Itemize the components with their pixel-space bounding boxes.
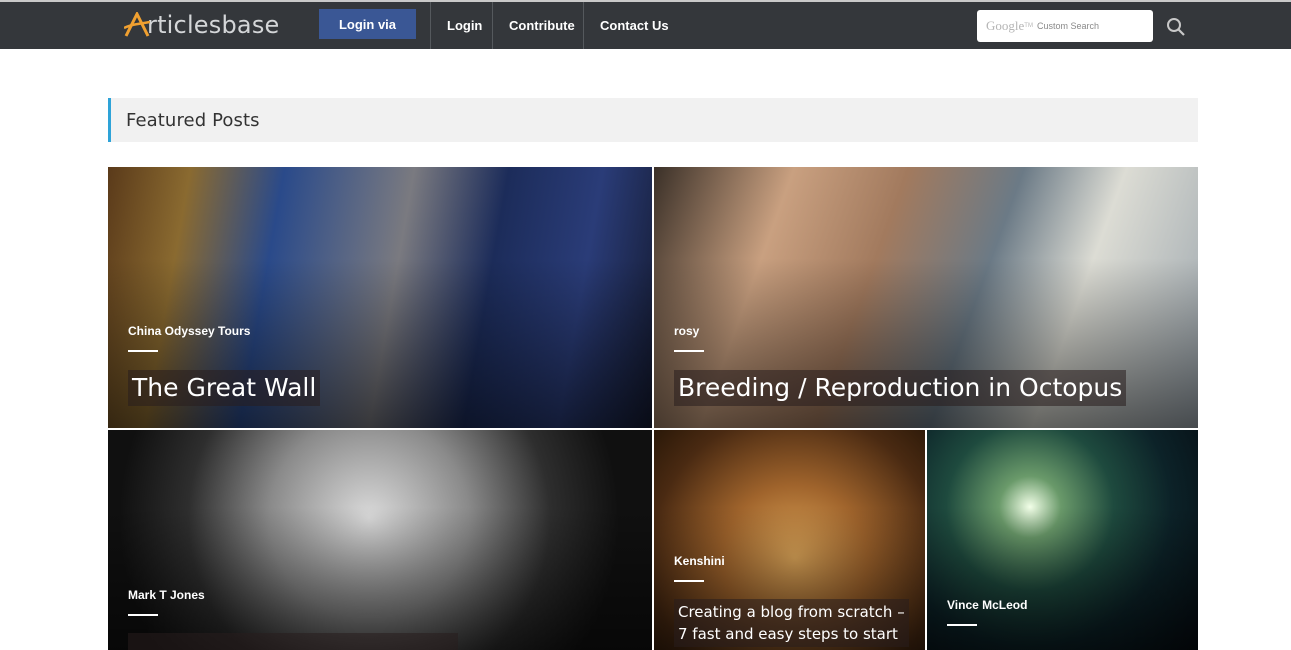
- post-title[interactable]: Breeding / Reproduction in Octopus: [674, 370, 1127, 406]
- post-title[interactable]: [128, 633, 458, 650]
- post-title-line: 7 fast and easy steps to start: [678, 625, 898, 643]
- nav-contribute-link[interactable]: Contribute: [509, 2, 575, 49]
- post-title[interactable]: The Great Wall: [128, 370, 321, 406]
- logo-text: rticlesbase: [147, 11, 280, 39]
- nav-divider: [583, 2, 584, 49]
- featured-post-card[interactable]: Vince McLeod: [927, 430, 1198, 650]
- nav-divider: [430, 2, 431, 49]
- search-placeholder: Custom Search: [1036, 21, 1099, 31]
- featured-posts-title: Featured Posts: [126, 109, 260, 131]
- top-nav-bar: rticlesbase Login via Login Contribute C…: [0, 0, 1291, 49]
- post-author[interactable]: Kenshini: [674, 554, 725, 568]
- featured-post-card[interactable]: Mark T Jones: [108, 430, 652, 650]
- post-author[interactable]: Vince McLeod: [947, 598, 1027, 612]
- nav-contact-link[interactable]: Contact Us: [600, 2, 669, 49]
- google-tm: TM: [1024, 23, 1033, 29]
- logo-a-icon: [124, 12, 150, 38]
- search-input[interactable]: Google TM Custom Search: [977, 10, 1153, 42]
- author-underline: [947, 624, 977, 626]
- featured-posts-header: Featured Posts: [108, 98, 1198, 142]
- login-via-button[interactable]: Login via: [319, 9, 416, 39]
- site-logo[interactable]: rticlesbase: [124, 10, 280, 40]
- post-title-line: Creating a blog from scratch –: [678, 603, 905, 621]
- nav-divider: [492, 2, 493, 49]
- google-logo: Google: [986, 18, 1025, 33]
- featured-post-card[interactable]: China Odyssey Tours The Great Wall: [108, 167, 652, 428]
- post-author[interactable]: rosy: [674, 324, 699, 338]
- search-icon[interactable]: [1166, 17, 1186, 37]
- nav-login-link[interactable]: Login: [447, 2, 482, 49]
- post-author[interactable]: Mark T Jones: [128, 588, 205, 602]
- author-underline: [674, 350, 704, 352]
- featured-post-card[interactable]: Kenshini Creating a blog from scratch – …: [654, 430, 925, 650]
- author-underline: [128, 614, 158, 616]
- author-underline: [128, 350, 158, 352]
- post-author[interactable]: China Odyssey Tours: [128, 324, 250, 338]
- featured-post-card[interactable]: rosy Breeding / Reproduction in Octopus: [654, 167, 1198, 428]
- author-underline: [674, 580, 704, 582]
